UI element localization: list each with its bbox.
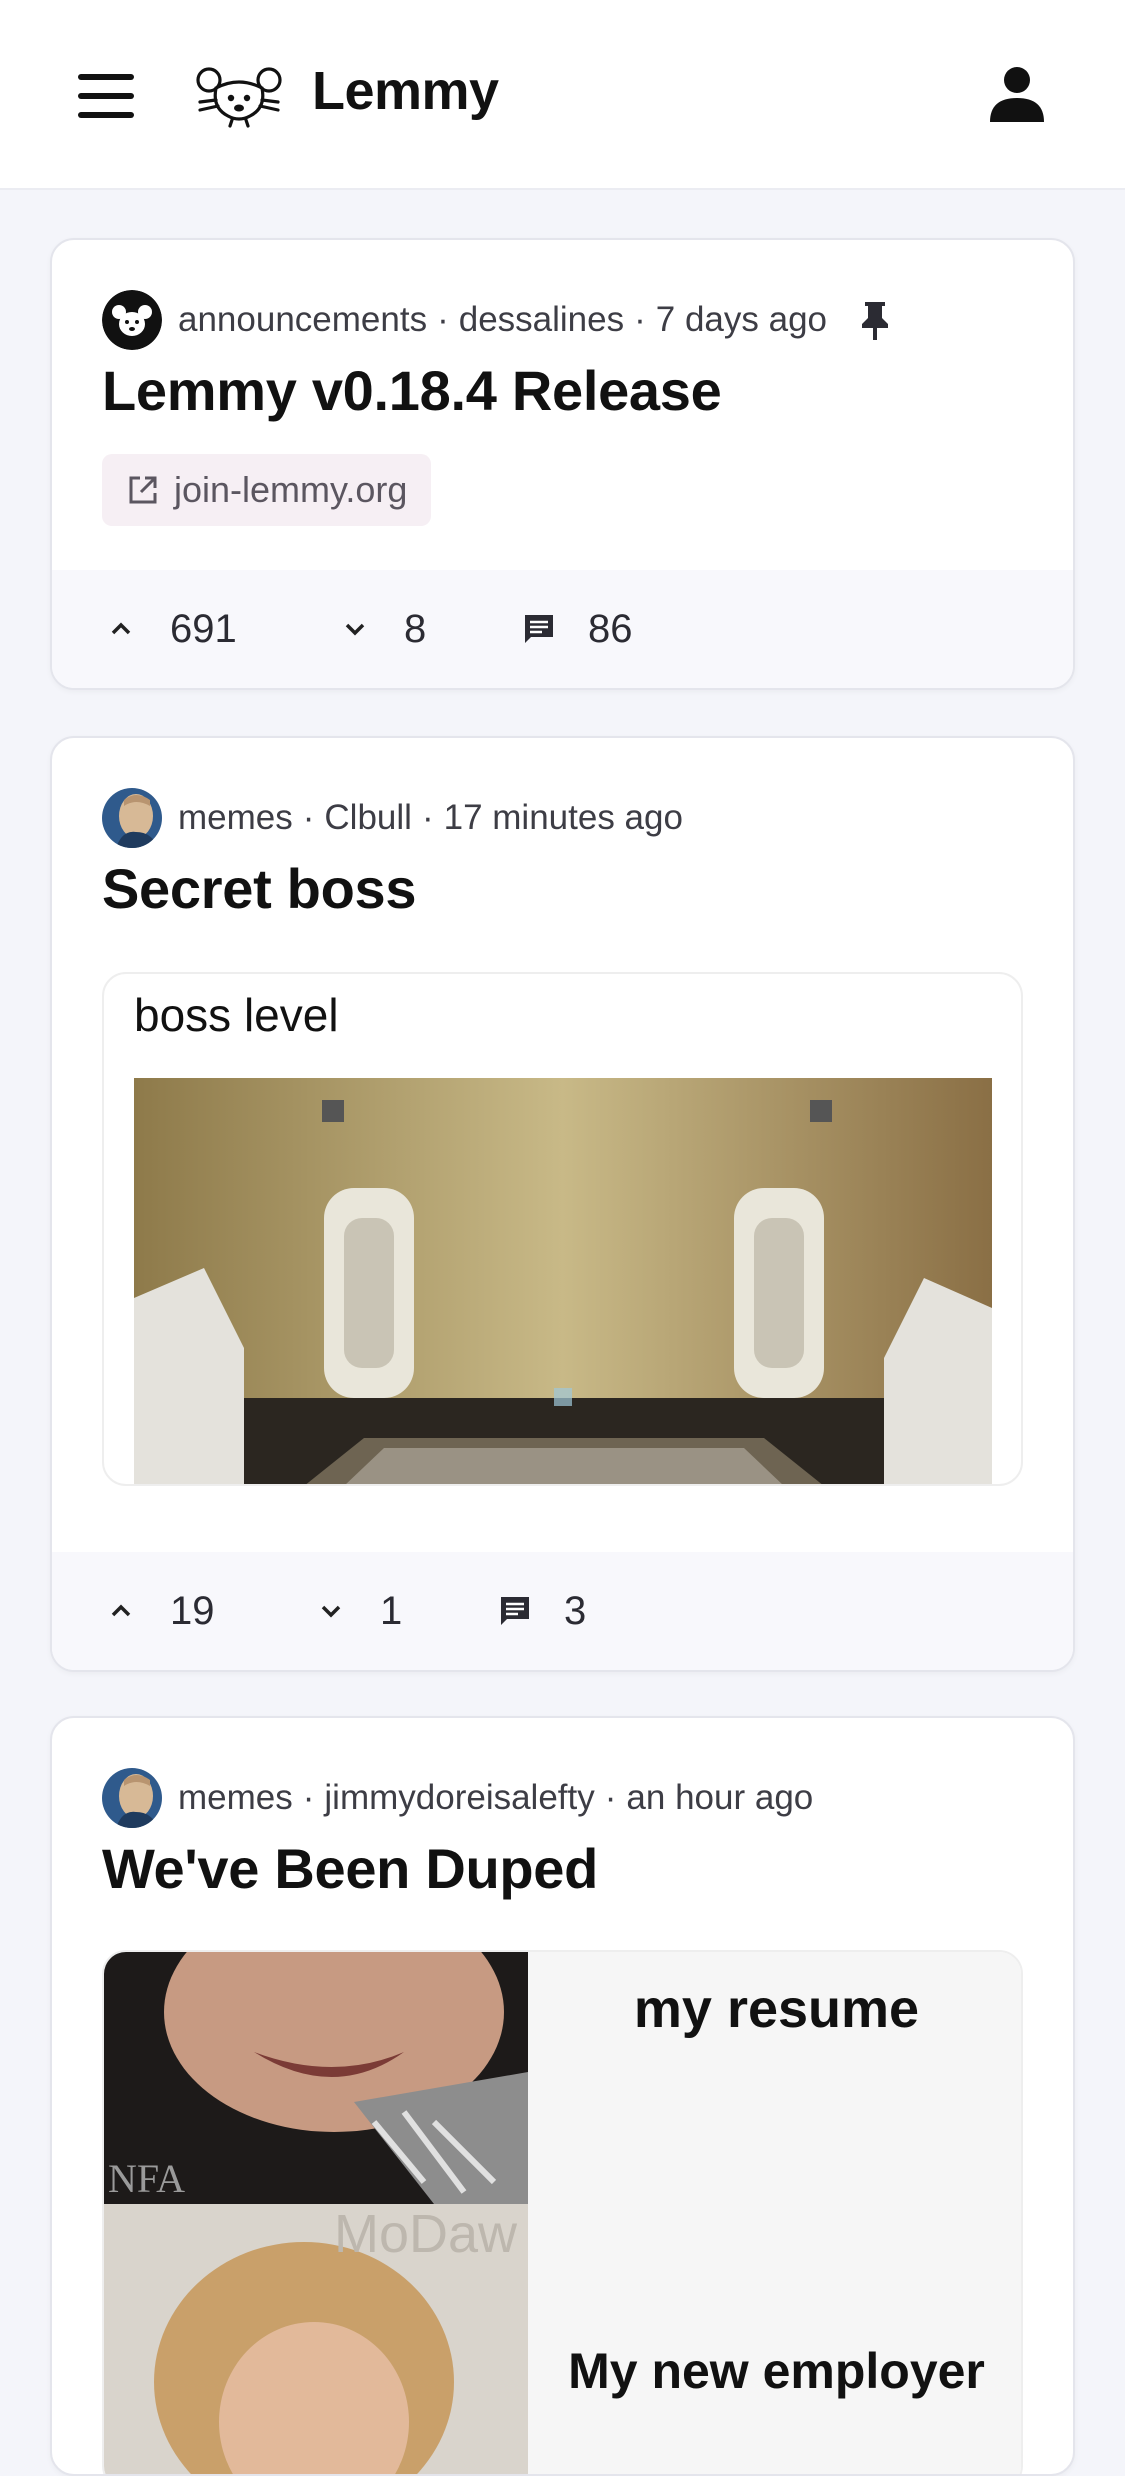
comment-count: 3 <box>564 1588 587 1633</box>
community-avatar-icon[interactable] <box>102 290 162 350</box>
post-time: 7 days ago <box>655 300 828 339</box>
author-name[interactable]: jimmydoreisalefty <box>324 1778 594 1818</box>
meme-top-text: my resume <box>633 1979 920 2039</box>
comment-icon <box>501 1597 529 1625</box>
post-meta: memes · Clbull · 17 minutes ago <box>102 788 683 848</box>
post-title[interactable]: We've Been Duped <box>102 1836 598 1901</box>
meme-text-panel: my resume My new employer <box>528 1952 1021 2474</box>
upvote-button[interactable]: 19 <box>104 1589 215 1634</box>
meme-photo-left: NFA MoDaw <box>104 1952 528 2474</box>
post-card[interactable]: announcements · dessalines · 7 days ago … <box>50 238 1075 690</box>
post-image[interactable]: boss level <box>102 972 1023 1486</box>
comment-icon <box>525 615 553 643</box>
community-name[interactable]: announcements <box>178 300 427 340</box>
pin-icon <box>862 302 889 340</box>
image-watermark: NFA <box>108 2156 185 2201</box>
image-caption: boss level <box>134 989 339 1041</box>
chevron-up-icon <box>111 622 131 635</box>
comments-button[interactable]: 86 <box>522 607 633 652</box>
post-meta: announcements · dessalines · 7 days ago <box>102 290 893 350</box>
link-domain: join-lemmy.org <box>174 469 408 510</box>
author-name[interactable]: Clbull <box>324 798 412 838</box>
post-title[interactable]: Secret boss <box>102 856 417 921</box>
post-title[interactable]: Lemmy v0.18.4 Release <box>102 358 722 423</box>
downvote-count: 8 <box>404 606 427 651</box>
post-time: an hour ago <box>626 1778 814 1817</box>
community-avatar-icon[interactable] <box>102 1768 162 1828</box>
community-name[interactable]: memes <box>178 798 293 838</box>
comment-count: 86 <box>588 606 633 651</box>
post-card[interactable]: memes · jimmydoreisalefty · an hour ago … <box>50 1716 1075 2476</box>
hamburger-menu-icon[interactable] <box>78 74 134 118</box>
post-meta: memes · jimmydoreisalefty · an hour ago <box>102 1768 813 1828</box>
upvote-count: 19 <box>170 1588 215 1633</box>
author-name[interactable]: dessalines <box>459 300 624 340</box>
lemmy-mouse-logo-icon[interactable] <box>196 62 282 128</box>
post-time: 17 minutes ago <box>443 798 683 837</box>
user-account-icon[interactable] <box>988 66 1046 122</box>
external-link[interactable]: join-lemmy.org <box>102 454 432 526</box>
downvote-count: 1 <box>380 1588 403 1633</box>
urinals-photo <box>134 1078 992 1484</box>
downvote-button[interactable]: 1 <box>314 1589 402 1634</box>
chevron-down-icon <box>321 1605 341 1618</box>
comments-button[interactable]: 3 <box>498 1589 586 1634</box>
post-actions: 19 1 3 <box>52 1552 1073 1670</box>
downvote-button[interactable]: 8 <box>338 607 426 652</box>
external-link-icon <box>129 476 157 504</box>
post-image[interactable]: NFA MoDaw my resume My new employer <box>102 1950 1023 2474</box>
community-avatar-icon[interactable] <box>102 788 162 848</box>
post-card[interactable]: memes · Clbull · 17 minutes ago Secret b… <box>50 736 1075 1672</box>
top-app-bar: Lemmy <box>0 0 1125 190</box>
post-actions: 691 8 86 <box>52 570 1073 688</box>
chevron-down-icon <box>345 623 365 636</box>
meme-bottom-text: My new employer <box>568 2343 985 2399</box>
chevron-up-icon <box>111 1604 131 1617</box>
upvote-count: 691 <box>170 606 237 651</box>
upvote-button[interactable]: 691 <box>104 607 237 652</box>
svg-text:MoDaw: MoDaw <box>334 2204 518 2264</box>
community-name[interactable]: memes <box>178 1778 293 1818</box>
app-title[interactable]: Lemmy <box>312 60 499 122</box>
